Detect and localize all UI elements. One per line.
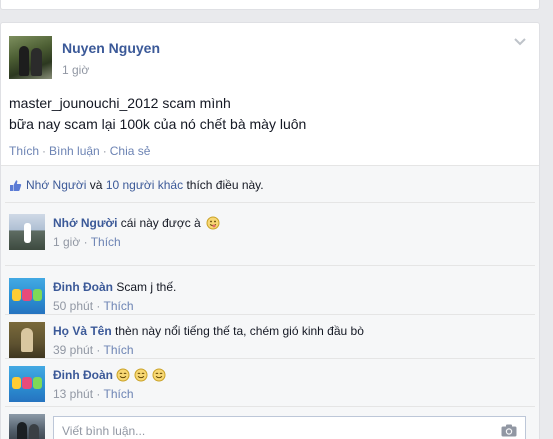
comment-like-link[interactable]: Thích [104, 343, 134, 357]
likes-and-text: và [89, 178, 103, 192]
comment-time[interactable]: 39 phút [53, 343, 93, 357]
commenter-name-row: Nhớ Người cái này được à [53, 216, 224, 230]
comment-link[interactable]: Bình luận [49, 144, 100, 158]
comment-meta: 1 giờ · Thích [53, 235, 121, 249]
post-message-line-1: master_jounouchi_2012 scam mình [9, 95, 231, 111]
comment-text: thèn này nổi tiếng thế ta, chém gió kinh… [115, 324, 364, 338]
comment-time[interactable]: 13 phút [53, 387, 93, 401]
commenter-avatar[interactable] [9, 278, 45, 314]
author-avatar[interactable] [9, 36, 52, 79]
current-user-avatar [9, 414, 45, 439]
separator: · [96, 343, 101, 357]
divider [5, 406, 535, 407]
likes-others-link[interactable]: 10 người khác [106, 178, 183, 192]
divider [5, 265, 535, 266]
post-message-line-2: bữa nay scam lại 100k của nó chết bà mày… [9, 116, 307, 132]
author-name[interactable]: Nuyen Nguyen [62, 40, 160, 56]
comment-time[interactable]: 50 phút [53, 299, 93, 313]
comment-item: Họ Và Tên thèn này nổi tiếng thế ta, ché… [9, 322, 535, 366]
thumbs-up-icon [10, 179, 22, 191]
comment-like-link[interactable]: Thích [104, 387, 134, 401]
commenter-name-row: Đinh Đoàn [53, 368, 170, 382]
smile-face-icon [116, 368, 130, 382]
comment-item: Đinh Đoàn 13 phút · Thích [9, 366, 535, 410]
comment-text: Scam j thế. [116, 280, 177, 294]
smile-face-icon [134, 368, 148, 382]
comment-time[interactable]: 1 giờ [53, 235, 80, 249]
smile-face-icon [152, 368, 166, 382]
post-actions: Thích · Bình luận · Chia sẻ [9, 144, 150, 158]
comment-like-link[interactable]: Thích [104, 299, 134, 313]
post-timestamp[interactable]: 1 giờ [62, 63, 89, 77]
commenter-name-link[interactable]: Nhớ Người [53, 216, 117, 230]
share-link[interactable]: Chia sẻ [110, 144, 151, 158]
likes-suffix-text: thích điều này. [186, 178, 264, 192]
comment-text: cái này được à [120, 216, 201, 230]
commenter-avatar[interactable] [9, 322, 45, 358]
separator: · [96, 299, 101, 313]
like-link[interactable]: Thích [9, 144, 39, 158]
chevron-down-icon[interactable] [513, 37, 527, 47]
commenter-name-row: Họ Và Tên thèn này nổi tiếng thế ta, ché… [53, 324, 364, 338]
separator: · [83, 235, 88, 249]
divider [5, 358, 535, 359]
liker-name-link[interactable]: Nhớ Người [26, 178, 86, 192]
comment-like-link[interactable]: Thích [91, 235, 121, 249]
like-summary: Nhớ Người và 10 người khác thích điều nà… [9, 177, 264, 193]
comment-meta: 39 phút · Thích [53, 343, 134, 357]
commenter-name-link[interactable]: Họ Và Tên [53, 324, 112, 338]
feedback-section: Nhớ Người và 10 người khác thích điều nà… [1, 165, 539, 439]
separator: · [42, 144, 47, 158]
comment-item: Đinh Đoàn Scam j thế. 50 phút · Thích [9, 278, 535, 322]
camera-icon[interactable] [501, 424, 517, 437]
feed-story: Nuyen Nguyen 1 giờ master_jounouchi_2012… [0, 22, 540, 439]
comment-input[interactable]: Viết bình luận... [53, 416, 526, 439]
comment-meta: 50 phút · Thích [53, 299, 134, 313]
tongue-face-icon [206, 216, 220, 230]
previous-story-card [0, 0, 540, 10]
reply-row: Viết bình luận... [9, 414, 535, 439]
separator: · [96, 387, 101, 401]
comment-meta: 13 phút · Thích [53, 387, 134, 401]
separator: · [102, 144, 107, 158]
commenter-name-link[interactable]: Đinh Đoàn [53, 280, 113, 294]
comment-item: Nhớ Người cái này được à 1 giờ · Thích [9, 214, 535, 258]
divider [5, 202, 535, 203]
commenter-name-link[interactable]: Đinh Đoàn [53, 368, 113, 382]
commenter-name-row: Đinh Đoàn Scam j thế. [53, 280, 176, 294]
divider [5, 314, 535, 315]
commenter-avatar[interactable] [9, 214, 45, 250]
commenter-avatar[interactable] [9, 366, 45, 402]
